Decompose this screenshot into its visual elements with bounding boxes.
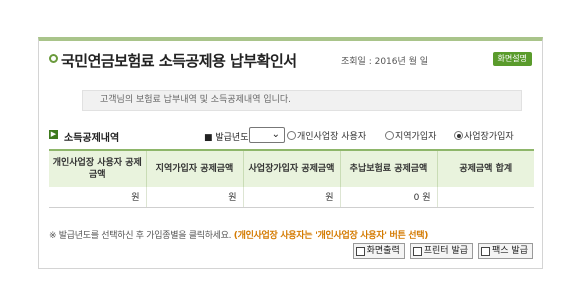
- col-header: 사업장가입자 공제금액: [243, 149, 341, 187]
- action-buttons: 화면출력 프린터 발급 팩스 발급: [352, 243, 533, 259]
- radio-circle-selected-icon: [454, 131, 463, 140]
- col-header: 지역가입자 공제금액: [146, 149, 244, 187]
- fax-icon: [481, 246, 491, 256]
- description-box: 고객님의 보험료 납부내역 및 소득공제내역 입니다.: [82, 90, 522, 111]
- title-row: 국민연금보험료 소득공제용 납부확인서 조회일 : 2016년 월 일 화면설명: [49, 50, 532, 70]
- table-cell: 0 원: [340, 187, 438, 208]
- col-header: 개인사업장 사용자 공제금액: [49, 149, 147, 187]
- issue-year-label: ■ 발급년도: [204, 133, 249, 143]
- col-header: 공제금액 합계: [437, 149, 534, 187]
- radio-workplace[interactable]: 사업장가입자: [454, 129, 514, 142]
- table-cell: 원: [243, 187, 341, 208]
- note-highlight: (개인사업장 사용자는 '개인사업장 사용자' 버튼 선택): [233, 231, 429, 241]
- print-icon: [355, 246, 365, 256]
- radio-label: 개인사업장 사용자: [297, 132, 367, 142]
- inquiry-date: 조회일 : 2016년 월 일: [341, 57, 429, 67]
- radio-individual-employer[interactable]: 개인사업장 사용자: [287, 129, 366, 142]
- table-cell: 원: [146, 187, 244, 208]
- section-arrow-icon: ▶: [49, 130, 58, 139]
- table-cell: 원: [49, 187, 147, 208]
- radio-label: 사업장가입자: [464, 132, 514, 142]
- fax-issue-button[interactable]: 팩스 발급: [478, 243, 533, 259]
- issue-year-select[interactable]: ⌄: [249, 127, 285, 143]
- filter-row: ▶ 소득공제내역 ■ 발급년도 ⌄ 개인사업장 사용자 지역가입자 사업장가입자: [49, 127, 534, 145]
- printer-icon: [412, 246, 422, 256]
- radio-circle-icon: [287, 131, 296, 140]
- title-bullet-icon: [49, 54, 58, 63]
- radio-label: 지역가입자: [395, 132, 437, 142]
- table-header-row: 개인사업장 사용자 공제금액 지역가입자 공제금액 사업장가입자 공제금액 추납…: [49, 149, 534, 187]
- chevron-down-icon: ⌄: [271, 129, 280, 140]
- col-header: 추납보험료 공제금액: [340, 149, 438, 187]
- printer-issue-label: 프린터 발급: [423, 246, 469, 256]
- radio-circle-icon: [385, 131, 394, 140]
- radio-regional[interactable]: 지역가입자: [385, 129, 436, 142]
- instruction-note: ※ 발급년도를 선택하신 후 가입종별을 클릭하세요. (개인사업장 사용자는 …: [49, 228, 428, 241]
- printer-issue-button[interactable]: 프린터 발급: [409, 243, 474, 259]
- fax-issue-label: 팩스 발급: [492, 246, 528, 256]
- table-row: 원 원 원 0 원: [49, 187, 534, 208]
- note-text: ※ 발급년도를 선택하신 후 가입종별을 클릭하세요.: [49, 231, 232, 241]
- certificate-panel: 국민연금보험료 소득공제용 납부확인서 조회일 : 2016년 월 일 화면설명…: [38, 37, 543, 269]
- screen-print-label: 화면출력: [366, 246, 400, 256]
- screen-help-button[interactable]: 화면설명: [492, 52, 532, 66]
- screen-print-button[interactable]: 화면출력: [352, 243, 405, 259]
- section-label: 소득공제내역: [64, 133, 120, 144]
- page-title: 국민연금보험료 소득공제용 납부확인서: [61, 52, 297, 70]
- deduction-table: 개인사업장 사용자 공제금액 지역가입자 공제금액 사업장가입자 공제금액 추납…: [49, 149, 534, 208]
- table-cell: [437, 187, 534, 208]
